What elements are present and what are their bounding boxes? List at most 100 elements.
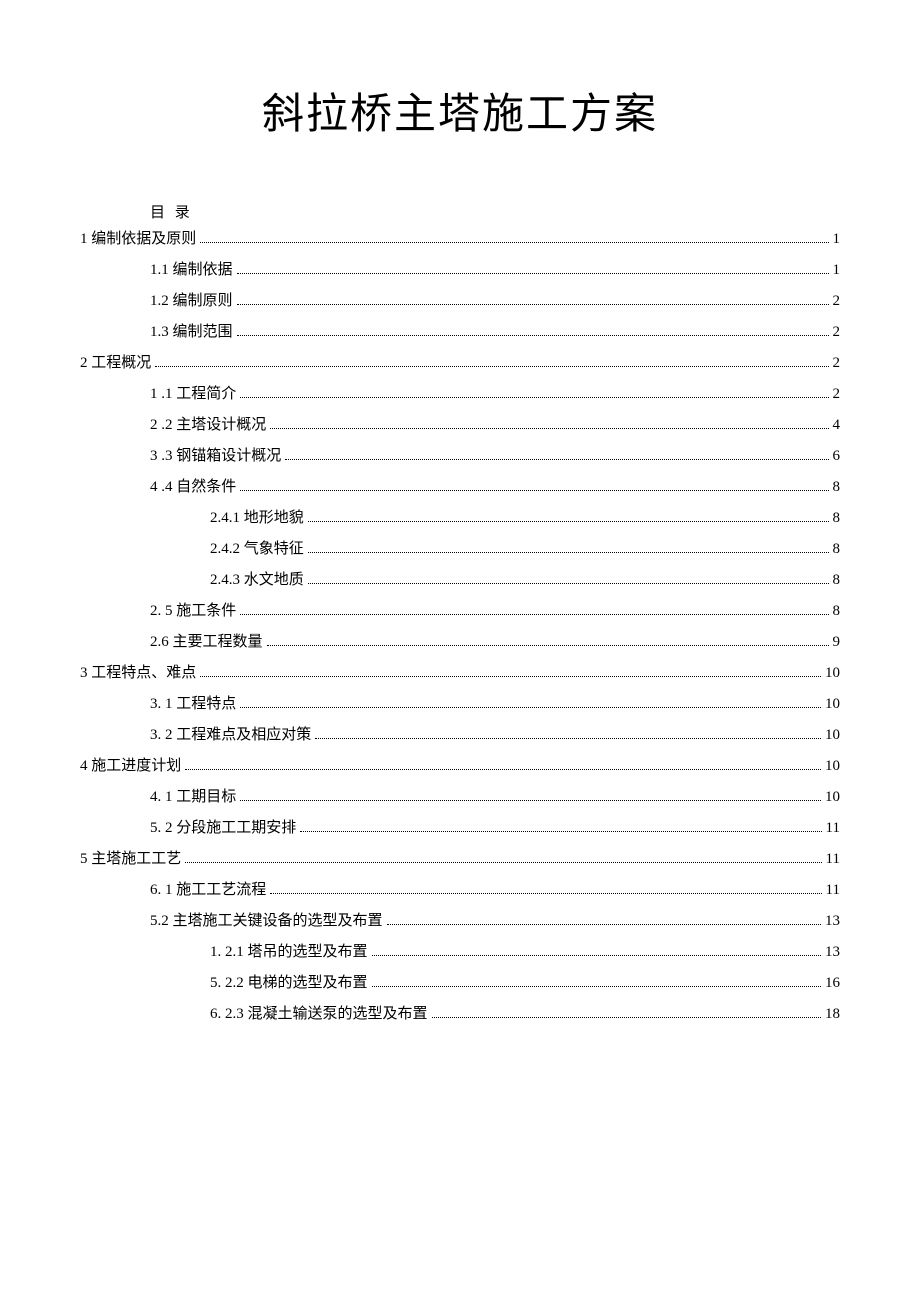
toc-entry: 1. 2.1 塔吊的选型及布置13 [80, 943, 840, 961]
toc-entry: 1 .1 工程简介2 [80, 385, 840, 403]
toc-entry: 5. 2.2 电梯的选型及布置 16 [80, 974, 840, 992]
toc-entry-page: 10 [825, 726, 840, 744]
toc-entry-label: 5 主塔施工工艺 [80, 850, 181, 868]
toc-leader-dots [185, 769, 821, 770]
toc-entry-page: 16 [825, 974, 840, 992]
toc-entry-page: 8 [833, 602, 841, 620]
toc-leader-dots [387, 924, 821, 925]
toc-entry: 4 .4 自然条件8 [80, 478, 840, 496]
toc-leader-dots [237, 304, 829, 305]
toc-entry: 3. 2 工程难点及相应对策 10 [80, 726, 840, 744]
toc-entry-page: 11 [826, 819, 840, 837]
table-of-contents: 1 编制依据及原则11.1 编制依据 11.2 编制原则 21.3 编制范围 2… [80, 230, 840, 1023]
toc-leader-dots [200, 676, 821, 677]
toc-entry-label: 2 .2 主塔设计概况 [150, 416, 266, 434]
toc-leader-dots [432, 1017, 821, 1018]
toc-leader-dots [308, 552, 829, 553]
toc-entry: 1 编制依据及原则 1 [80, 230, 840, 248]
toc-entry: 5 主塔施工工艺 11 [80, 850, 840, 868]
toc-entry-label: 2.4.1 地形地貌 [210, 509, 304, 527]
toc-entry: 5. 2 分段施工工期安排 11 [80, 819, 840, 837]
toc-entry-page: 6 [833, 447, 841, 465]
toc-leader-dots [185, 862, 821, 863]
toc-entry-label: 4. 1 工期目标 [150, 788, 236, 806]
toc-entry-label: 1 编制依据及原则 [80, 230, 196, 248]
toc-entry: 2. 5 施工条件 8 [80, 602, 840, 620]
toc-entry-page: 8 [833, 478, 841, 496]
toc-leader-dots [200, 242, 828, 243]
toc-entry-label: 5. 2.2 电梯的选型及布置 [210, 974, 368, 992]
toc-entry: 2.6 主要工程数量 9 [80, 633, 840, 651]
toc-entry-page: 1 [833, 261, 841, 279]
toc-entry-label: 1.2 编制原则 [150, 292, 233, 310]
toc-leader-dots [267, 645, 829, 646]
toc-entry-page: 2 [833, 354, 841, 372]
toc-entry: 1.1 编制依据 1 [80, 261, 840, 279]
toc-entry-label: 3. 1 工程特点 [150, 695, 236, 713]
toc-entry-page: 18 [825, 1005, 840, 1023]
toc-leader-dots [240, 614, 828, 615]
toc-leader-dots [240, 490, 828, 491]
toc-entry-page: 10 [825, 757, 840, 775]
toc-leader-dots [315, 738, 821, 739]
toc-leader-dots [240, 397, 828, 398]
toc-entry: 4. 1 工期目标 10 [80, 788, 840, 806]
toc-entry-page: 13 [825, 912, 840, 930]
toc-entry-page: 8 [833, 540, 841, 558]
toc-entry-label: 6. 2.3 混凝土输送泵的选型及布置 [210, 1005, 428, 1023]
toc-leader-dots [237, 335, 829, 336]
toc-entry-page: 10 [825, 788, 840, 806]
toc-entry: 2.4.3 水文地质 8 [80, 571, 840, 589]
toc-entry-page: 13 [825, 943, 840, 961]
toc-entry: 1.2 编制原则 2 [80, 292, 840, 310]
toc-entry-page: 11 [826, 850, 840, 868]
document-title: 斜拉桥主塔施工方案 [80, 80, 840, 141]
toc-entry: 6. 1 施工工艺流程 11 [80, 881, 840, 899]
toc-entry-label: 2. 5 施工条件 [150, 602, 236, 620]
toc-entry-page: 1 [833, 230, 841, 248]
toc-entry: 2 .2 主塔设计概况 4 [80, 416, 840, 434]
toc-entry-label: 5. 2 分段施工工期安排 [150, 819, 296, 837]
toc-entry-page: 10 [825, 664, 840, 682]
toc-entry-page: 11 [826, 881, 840, 899]
toc-entry: 3 工程特点、难点 10 [80, 664, 840, 682]
toc-entry-label: 1.3 编制范围 [150, 323, 233, 341]
toc-leader-dots [372, 955, 821, 956]
toc-leader-dots [240, 707, 821, 708]
toc-leader-dots [237, 273, 829, 274]
toc-entry-label: 6. 1 施工工艺流程 [150, 881, 266, 899]
toc-entry-label: 2 工程概况 [80, 354, 151, 372]
toc-entry-label: 2.4.2 气象特征 [210, 540, 304, 558]
toc-leader-dots [155, 366, 828, 367]
toc-entry-label: 1.1 编制依据 [150, 261, 233, 279]
toc-entry: 5.2 主塔施工关键设备的选型及布置 13 [80, 912, 840, 930]
toc-entry: 2.4.2 气象特征 8 [80, 540, 840, 558]
toc-leader-dots [308, 583, 829, 584]
toc-entry: 6. 2.3 混凝土输送泵的选型及布置 18 [80, 1005, 840, 1023]
toc-header: 目 录 [150, 201, 840, 222]
toc-entry-page: 4 [833, 416, 841, 434]
toc-leader-dots [285, 459, 828, 460]
toc-entry: 2 工程概况 2 [80, 354, 840, 372]
toc-leader-dots [270, 893, 821, 894]
toc-entry-label: 5.2 主塔施工关键设备的选型及布置 [150, 912, 383, 930]
toc-entry-label: 4 施工进度计划 [80, 757, 181, 775]
toc-entry-page: 2 [833, 292, 841, 310]
toc-entry-page: 8 [833, 571, 841, 589]
toc-entry: 3 .3 钢锚箱设计概况6 [80, 447, 840, 465]
toc-entry-label: 3. 2 工程难点及相应对策 [150, 726, 311, 744]
toc-leader-dots [270, 428, 828, 429]
toc-leader-dots [240, 800, 821, 801]
toc-entry-page: 9 [833, 633, 841, 651]
toc-entry-page: 2 [833, 323, 841, 341]
toc-entry-label: 2.4.3 水文地质 [210, 571, 304, 589]
toc-entry-label: 2.6 主要工程数量 [150, 633, 263, 651]
toc-entry: 4 施工进度计划 10 [80, 757, 840, 775]
toc-entry-page: 2 [833, 385, 841, 403]
toc-entry-label: 3 工程特点、难点 [80, 664, 196, 682]
toc-leader-dots [372, 986, 821, 987]
toc-leader-dots [300, 831, 821, 832]
toc-entry-page: 10 [825, 695, 840, 713]
toc-entry: 1.3 编制范围 2 [80, 323, 840, 341]
toc-leader-dots [308, 521, 829, 522]
